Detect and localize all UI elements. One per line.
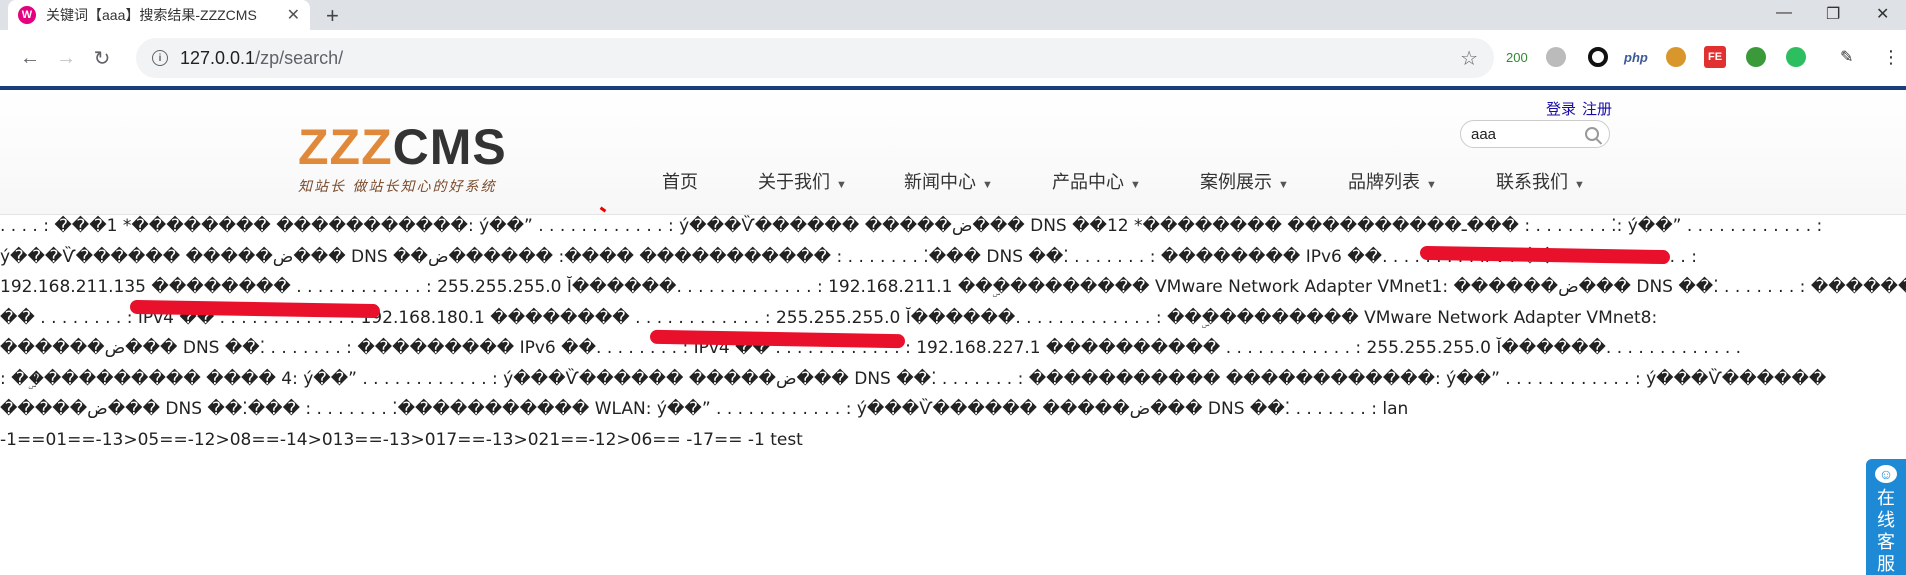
online-service-label: 在线客服	[1877, 488, 1895, 574]
extension-status-badge[interactable]: 200	[1506, 46, 1528, 68]
site-favicon-icon: W	[18, 6, 36, 24]
output-line: �����ض��� DNS ��⁚��� : . . . . . . . ⁚��…	[0, 399, 1409, 419]
extension-bug-icon[interactable]	[1746, 46, 1766, 68]
extension-fe-icon[interactable]: FE	[1704, 46, 1726, 68]
extension-evernote-icon[interactable]	[1786, 46, 1806, 68]
logo-wordmark: ZZZCMS	[298, 119, 507, 175]
reload-icon[interactable]: ↻	[84, 46, 120, 71]
nav-item-home[interactable]: 首页	[662, 168, 698, 194]
nav-item-news[interactable]: 新闻中心 ▼	[904, 168, 993, 194]
output-line: : ��ۣ��������� ���� 4: ý��” . . . . . . …	[0, 368, 1827, 389]
output-line: 192.168.211.135 �������� . . . . . . . .…	[0, 277, 1906, 297]
forward-arrow-icon[interactable]: →	[48, 47, 84, 70]
new-tab-button[interactable]: +	[326, 3, 339, 29]
nav-item-products[interactable]: 产品中心 ▼	[1052, 168, 1141, 194]
extension-pen-icon[interactable]: ✎	[1840, 46, 1853, 68]
nav-item-brands[interactable]: 品牌列表 ▼	[1348, 168, 1437, 194]
nav-item-contact[interactable]: 联系我们 ▼	[1496, 168, 1585, 194]
extension-php-icon[interactable]: php	[1624, 46, 1648, 68]
chevron-down-icon: ▼	[1278, 179, 1289, 191]
logo-slogan: 知站长 做站长知心的好系统	[298, 179, 497, 195]
browser-tab-active[interactable]: W 关键词【aaa】搜索结果-ZZZCMS ✕	[8, 0, 310, 30]
search-value: aaa	[1471, 125, 1497, 143]
output-line: -1==01==-13>05==-12>08==-14>013==-13>017…	[0, 429, 803, 450]
tab-title: 关键词【aaa】搜索结果-ZZZCMS	[46, 7, 257, 23]
back-arrow-icon[interactable]: ←	[12, 47, 48, 70]
extension-ring-icon[interactable]	[1588, 46, 1608, 68]
minimize-icon[interactable]: —	[1776, 4, 1792, 22]
chevron-down-icon: ▼	[1130, 179, 1141, 191]
login-link[interactable]: 登录	[1546, 101, 1576, 118]
search-icon[interactable]	[1585, 127, 1599, 141]
chevron-down-icon: ▼	[836, 179, 847, 191]
chevron-down-icon: ▼	[1574, 179, 1585, 191]
nav-item-about[interactable]: 关于我们 ▼	[758, 168, 847, 194]
user-group-icon: ☺	[1875, 465, 1897, 483]
url-text[interactable]: 127.0.0.1/zp/search/	[180, 48, 1460, 69]
register-link[interactable]: 注册	[1582, 101, 1612, 118]
site-logo[interactable]: ZZZCMS 知站长 做站长知心的好系统	[298, 122, 507, 196]
browser-tabbar: W 关键词【aaa】搜索结果-ZZZCMS ✕ + — ❐ ✕	[0, 0, 1906, 30]
online-service-widget[interactable]: ☺ 在线客服	[1866, 459, 1906, 575]
search-result-output: . . . . : ���1 *�������� �����������: ý�…	[0, 211, 1906, 455]
site-search-input[interactable]: aaa	[1460, 120, 1610, 148]
browser-menu-icon[interactable]: ⋮	[1882, 46, 1900, 68]
extension-cookie-icon[interactable]	[1666, 46, 1686, 68]
site-header: 登录 注册 aaa ZZZCMS 知站长 做站长知心的好系统 首页 关于我们 ▼ 新…	[0, 90, 1906, 215]
chevron-down-icon: ▼	[1426, 179, 1437, 191]
chevron-down-icon: ▼	[982, 179, 993, 191]
maximize-icon[interactable]: ❐	[1826, 4, 1840, 24]
output-line: . . . . : ���1 *�������� �����������: ý�…	[0, 216, 1823, 236]
extension-gear-icon[interactable]	[1546, 46, 1566, 68]
site-info-icon[interactable]: i	[152, 50, 168, 66]
output-line: ������ض��� DNS ��⁚ . . . . . . . : �����…	[0, 338, 1742, 358]
bookmark-star-icon[interactable]: ☆	[1460, 46, 1478, 71]
nav-item-cases[interactable]: 案例展示 ▼	[1200, 168, 1289, 194]
window-close-icon[interactable]: ✕	[1876, 4, 1889, 24]
user-links: 登录 注册	[1546, 98, 1618, 119]
tab-close-icon[interactable]: ✕	[287, 5, 300, 25]
address-bar[interactable]: i 127.0.0.1/zp/search/ ☆	[136, 38, 1494, 78]
browser-toolbar: ← → ↻ i 127.0.0.1/zp/search/ ☆ 200 php F…	[0, 30, 1906, 86]
